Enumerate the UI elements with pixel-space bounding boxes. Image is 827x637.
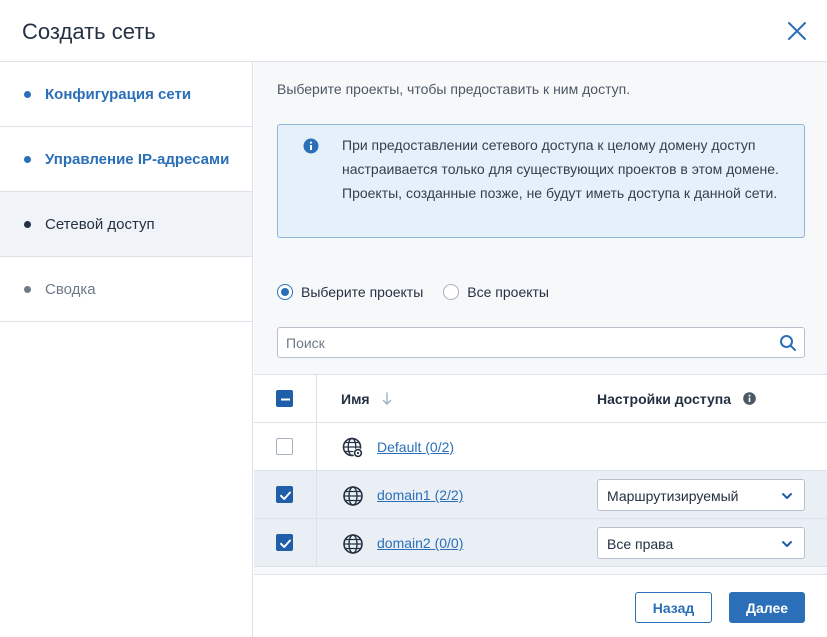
row-checkbox[interactable]: [276, 486, 293, 503]
domain-link[interactable]: domain2 (0/0): [377, 535, 463, 551]
sort-arrow-down-icon[interactable]: [382, 392, 392, 406]
close-icon[interactable]: [784, 18, 810, 44]
step-summary[interactable]: Сводка: [0, 257, 252, 322]
radio-all-projects[interactable]: Все проекты: [443, 284, 549, 300]
main-panel: Выберите проекты, чтобы предоставить к н…: [254, 62, 827, 637]
row-checkbox-cell: [254, 471, 317, 518]
dialog-title: Создать сеть: [22, 19, 156, 44]
step-dot: [24, 285, 31, 293]
step-label: Сетевой доступ: [45, 215, 155, 233]
access-select-value: Маршрутизируемый: [607, 488, 739, 504]
column-header-access: Настройки доступа: [597, 391, 732, 407]
search-icon[interactable]: [779, 334, 797, 352]
domain-link[interactable]: domain1 (2/2): [377, 487, 463, 503]
projects-table: Имя Настройки доступа Default (0/2) doma…: [254, 374, 827, 567]
radio-select-projects[interactable]: Выберите проекты: [277, 284, 423, 300]
search-input[interactable]: [286, 334, 766, 352]
info-text: При предоставлении сетевого доступа к це…: [342, 137, 779, 201]
select-all-checkbox[interactable]: [276, 390, 293, 407]
back-button[interactable]: Назад: [635, 592, 712, 623]
step-label: Управление IP-адресами: [45, 150, 230, 168]
project-scope-radios: Выберите проекты Все проекты: [277, 284, 569, 300]
step-network-access[interactable]: Сетевой доступ: [0, 192, 252, 257]
chevron-down-icon: [782, 541, 792, 547]
row-checkbox[interactable]: [276, 438, 293, 455]
row-checkbox-cell: [254, 519, 317, 566]
select-all-cell: [254, 375, 317, 422]
radio-label: Выберите проекты: [301, 284, 424, 300]
step-dot: [24, 90, 31, 98]
intro-text: Выберите проекты, чтобы предоставить к н…: [277, 81, 631, 97]
access-select[interactable]: Все права: [597, 527, 805, 559]
info-icon: [303, 138, 319, 154]
radio-label: Все проекты: [467, 284, 549, 300]
domain-link[interactable]: Default (0/2): [377, 439, 454, 455]
row-checkbox-cell: [254, 423, 317, 470]
table-row[interactable]: domain1 (2/2) Маршрутизируемый: [254, 471, 827, 519]
chevron-down-icon: [782, 493, 792, 499]
info-box: При предоставлении сетевого доступа к це…: [277, 124, 805, 238]
radio-button[interactable]: [277, 284, 293, 300]
globe-settings-icon: [342, 437, 363, 458]
table-header: Имя Настройки доступа: [254, 374, 827, 423]
step-dot: [24, 220, 31, 228]
access-select[interactable]: Маршрутизируемый: [597, 479, 805, 511]
step-label: Конфигурация сети: [45, 85, 192, 103]
dialog-footer: Назад Далее: [254, 574, 827, 637]
search-box: [277, 327, 805, 358]
globe-icon: [343, 534, 363, 554]
table-row[interactable]: Default (0/2): [254, 423, 827, 471]
dialog-header: Создать сеть: [0, 0, 827, 62]
info-icon[interactable]: [743, 392, 756, 405]
step-dot: [24, 155, 31, 163]
step-ip-management[interactable]: Управление IP-адресами: [0, 127, 252, 192]
access-select-value: Все права: [607, 536, 674, 552]
wizard-steps: Конфигурация сети Управление IP-адресами…: [0, 62, 253, 637]
next-button[interactable]: Далее: [729, 592, 805, 623]
table-row[interactable]: domain2 (0/0) Все права: [254, 519, 827, 567]
globe-icon: [343, 486, 363, 506]
radio-button[interactable]: [443, 284, 460, 300]
row-checkbox[interactable]: [276, 534, 293, 551]
step-label: Сводка: [45, 280, 96, 298]
step-network-config[interactable]: Конфигурация сети: [0, 62, 252, 127]
column-header-name[interactable]: Имя: [341, 391, 370, 407]
